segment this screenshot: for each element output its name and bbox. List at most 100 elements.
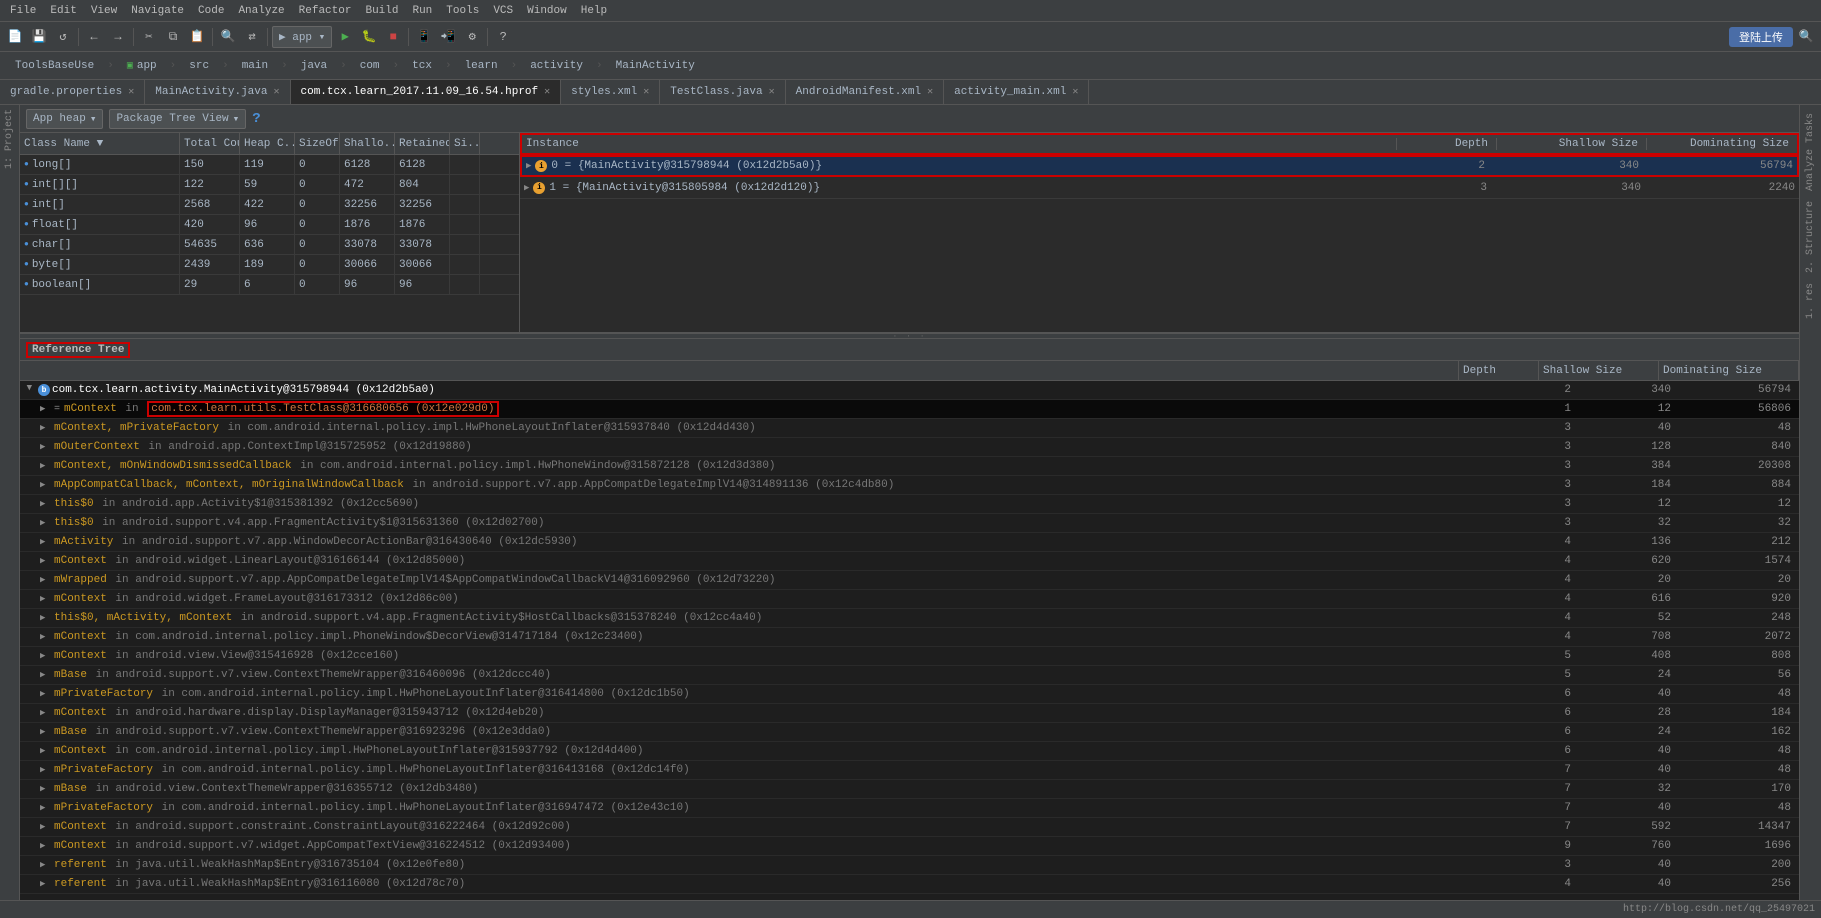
list-item[interactable]: ▶ this$0 in android.app.Activity$1@31538…: [20, 495, 1799, 514]
list-item[interactable]: ▶ mContext in android.support.v7.widget.…: [20, 837, 1799, 856]
expand-arrow-icon[interactable]: ▶: [40, 651, 50, 661]
instance-row-0[interactable]: ▶ i 0 = {MainActivity@315798944 (0x12d2b…: [520, 155, 1799, 177]
nav-tab-tcx[interactable]: tcx: [401, 55, 443, 77]
list-item[interactable]: ▶ b com.tcx.learn.activity.MainActivity@…: [20, 381, 1799, 400]
menu-code[interactable]: Code: [192, 3, 230, 19]
list-item[interactable]: ▶ mBase in android.support.v7.view.Conte…: [20, 723, 1799, 742]
expand-arrow-icon[interactable]: ▶: [40, 556, 50, 566]
nav-tab-learn[interactable]: learn: [454, 55, 509, 77]
table-row[interactable]: char[] 54635 636 0 33078 33078: [20, 235, 519, 255]
expand-arrow-icon[interactable]: ▶: [40, 670, 50, 680]
list-item[interactable]: ▶ = mContext in com.tcx.learn.utils.Test…: [20, 400, 1799, 419]
help-icon[interactable]: ?: [252, 111, 260, 127]
table-row[interactable]: long[] 150 119 0 6128 6128: [20, 155, 519, 175]
nav-tab-activity[interactable]: activity: [519, 55, 594, 77]
nav-tab-toolsbaseuse[interactable]: ToolsBaseUse: [4, 55, 105, 77]
toolbar-cut-btn[interactable]: ✂: [138, 26, 160, 48]
nav-tab-mainactivity[interactable]: MainActivity: [605, 55, 706, 77]
list-item[interactable]: ▶ this$0 in android.support.v4.app.Fragm…: [20, 514, 1799, 533]
toolbar-save-btn[interactable]: 💾: [28, 26, 50, 48]
expand-arrow-icon[interactable]: ▶: [40, 879, 50, 889]
expand-arrow-icon[interactable]: ▶: [40, 594, 50, 604]
close-icon-manifest[interactable]: ✕: [927, 86, 933, 98]
close-icon-hprof[interactable]: ✕: [544, 86, 550, 98]
table-row[interactable]: int[] 2568 422 0 32256 32256: [20, 195, 519, 215]
list-item[interactable]: ▶ referent in java.util.WeakHashMap$Entr…: [20, 856, 1799, 875]
project-label[interactable]: 1: Project: [2, 105, 17, 173]
list-item[interactable]: ▶ mContext in com.android.internal.polic…: [20, 742, 1799, 761]
menu-refactor[interactable]: Refactor: [293, 3, 358, 19]
expand-arrow-icon[interactable]: ▶: [40, 442, 50, 452]
toolbar-find-btn[interactable]: 🔍: [217, 26, 239, 48]
file-tab-styles[interactable]: styles.xml ✕: [561, 80, 660, 105]
table-row[interactable]: boolean[] 29 6 0 96 96: [20, 275, 519, 295]
toolbar-undo-btn[interactable]: ←: [83, 26, 105, 48]
toolbar-replace-btn[interactable]: ⇄: [241, 26, 263, 48]
menu-edit[interactable]: Edit: [44, 3, 82, 19]
ref-tree-body[interactable]: ▶ b com.tcx.learn.activity.MainActivity@…: [20, 381, 1799, 918]
list-item[interactable]: ▶ mBase in android.view.ContextThemeWrap…: [20, 780, 1799, 799]
app-dropdown[interactable]: ▶ app ▾: [272, 26, 332, 48]
list-item[interactable]: ▶ mContext, mPrivateFactory in com.andro…: [20, 419, 1799, 438]
expand-arrow-icon[interactable]: ▶: [40, 461, 50, 471]
file-tab-activitymain[interactable]: activity_main.xml ✕: [944, 80, 1089, 105]
list-item[interactable]: ▶ mContext in android.support.constraint…: [20, 818, 1799, 837]
toolbar-sdk-btn[interactable]: 📱: [413, 26, 435, 48]
expand-arrow-icon[interactable]: ▶: [526, 161, 531, 171]
list-item[interactable]: ▶ mPrivateFactory in com.android.interna…: [20, 685, 1799, 704]
close-icon-testclass[interactable]: ✕: [769, 86, 775, 98]
toolbar-paste-btn[interactable]: 📋: [186, 26, 208, 48]
list-item[interactable]: ▶ mOuterContext in android.app.ContextIm…: [20, 438, 1799, 457]
list-item[interactable]: ▶ mActivity in android.support.v7.app.Wi…: [20, 533, 1799, 552]
toolbar-avd-btn[interactable]: 📲: [437, 26, 459, 48]
list-item[interactable]: ▶ mContext in android.widget.FrameLayout…: [20, 590, 1799, 609]
menu-vcs[interactable]: VCS: [487, 3, 519, 19]
list-item[interactable]: ▶ mPrivateFactory in com.android.interna…: [20, 761, 1799, 780]
list-item[interactable]: ▶ mContext in android.view.View@31541692…: [20, 647, 1799, 666]
expand-arrow-icon[interactable]: ▶: [40, 499, 50, 509]
list-item[interactable]: ▶ this$0, mActivity, mContext in android…: [20, 609, 1799, 628]
login-btn[interactable]: 登陆上传: [1729, 27, 1793, 47]
list-item[interactable]: ▶ mContext in com.android.internal.polic…: [20, 628, 1799, 647]
table-row[interactable]: int[][] 122 59 0 472 804: [20, 175, 519, 195]
file-tab-mainactivity[interactable]: MainActivity.java ✕: [145, 80, 290, 105]
list-item[interactable]: ▶ mContext in android.hardware.display.D…: [20, 704, 1799, 723]
expand-arrow-icon[interactable]: ▶: [40, 575, 50, 585]
expand-arrow-icon[interactable]: ▶: [40, 803, 50, 813]
close-icon-activitymain[interactable]: ✕: [1072, 86, 1078, 98]
instance-row-1[interactable]: ▶ i 1 = {MainActivity@315805984 (0x12d2d…: [520, 177, 1799, 199]
nav-tab-com[interactable]: com: [349, 55, 391, 77]
expand-arrow-icon[interactable]: ▶: [524, 183, 529, 193]
close-icon-gradle[interactable]: ✕: [128, 86, 134, 98]
expand-arrow-icon[interactable]: ▶: [40, 537, 50, 547]
table-row[interactable]: byte[] 2439 189 0 30066 30066: [20, 255, 519, 275]
expand-arrow-icon[interactable]: ▶: [40, 689, 50, 699]
menu-analyze[interactable]: Analyze: [232, 3, 290, 19]
expand-arrow-icon[interactable]: ▶: [40, 746, 50, 756]
toolbar-copy-btn[interactable]: ⧉: [162, 26, 184, 48]
close-icon-styles[interactable]: ✕: [643, 86, 649, 98]
expand-arrow-icon[interactable]: ▶: [40, 765, 50, 775]
toolbar-search-btn[interactable]: 🔍: [1795, 26, 1817, 48]
expand-arrow-icon[interactable]: ▶: [40, 860, 50, 870]
expand-arrow-icon[interactable]: ▶: [24, 385, 34, 395]
file-tab-manifest[interactable]: AndroidManifest.xml ✕: [786, 80, 944, 105]
toolbar-new-btn[interactable]: 📄: [4, 26, 26, 48]
menu-view[interactable]: View: [85, 3, 123, 19]
list-item[interactable]: ▶ referent in java.util.WeakHashMap$Entr…: [20, 875, 1799, 894]
nav-tab-src[interactable]: src: [178, 55, 220, 77]
expand-arrow-icon[interactable]: ▶: [40, 784, 50, 794]
res-label[interactable]: 1. res: [1803, 279, 1818, 323]
list-item[interactable]: ▶ mWrapped in android.support.v7.app.App…: [20, 571, 1799, 590]
expand-arrow-icon[interactable]: ▶: [40, 708, 50, 718]
list-item[interactable]: ▶ mPrivateFactory in com.android.interna…: [20, 799, 1799, 818]
list-item[interactable]: ▶ mContext, mOnWindowDismissedCallback i…: [20, 457, 1799, 476]
toolbar-run-btn[interactable]: ▶: [334, 26, 356, 48]
analyze-tasks-label[interactable]: Analyze Tasks: [1803, 109, 1818, 195]
expand-arrow-icon[interactable]: ▶: [40, 480, 50, 490]
menu-tools[interactable]: Tools: [440, 3, 485, 19]
menu-help[interactable]: Help: [575, 3, 613, 19]
file-tab-gradle[interactable]: gradle.properties ✕: [0, 80, 145, 105]
expand-arrow-icon[interactable]: ▶: [40, 841, 50, 851]
expand-arrow-icon[interactable]: ▶: [40, 632, 50, 642]
